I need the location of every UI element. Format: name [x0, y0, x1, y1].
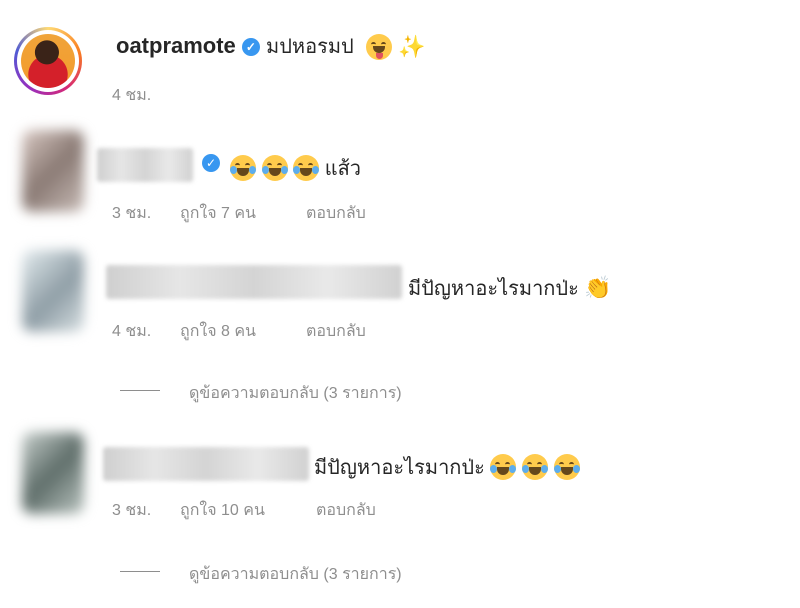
comment-text: มีปัญหาอะไรมากป่ะ	[314, 457, 485, 479]
caption-text: มปหอรมป	[266, 36, 354, 58]
caption-row: oatpramote ✓ มปหอรมป ✨ 4 ชม.	[0, 0, 800, 120]
tears-of-joy-emoji-icon	[553, 454, 580, 480]
verified-badge-icon: ✓	[241, 38, 260, 57]
tears-of-joy-emoji-icon	[521, 454, 548, 480]
view-replies-button[interactable]: ดูข้อความตอบกลับ (3 รายการ)	[189, 381, 402, 406]
tears-of-joy-emoji-icon	[261, 155, 288, 181]
reply-button[interactable]: ตอบกลับ	[316, 498, 376, 523]
view-replies-line	[120, 571, 160, 572]
view-replies-button[interactable]: ดูข้อความตอบกลับ (3 รายการ)	[189, 562, 402, 587]
username-blurred[interactable]	[103, 447, 309, 481]
avatar[interactable]	[22, 250, 84, 332]
comment-text: มีปัญหาอะไรมากป่ะ	[408, 278, 579, 300]
comment-time[interactable]: 3 ชม.	[112, 498, 151, 523]
owner-avatar-ring[interactable]	[14, 27, 82, 95]
avatar[interactable]	[22, 432, 84, 514]
reply-button[interactable]: ตอบกลับ	[306, 201, 366, 226]
sparkles-emoji-icon: ✨	[398, 34, 426, 60]
tears-of-joy-emoji-icon	[490, 454, 517, 480]
view-replies-line	[120, 390, 160, 391]
verified-badge-icon: ✓	[202, 154, 220, 172]
owner-avatar	[21, 34, 75, 88]
tears-of-joy-emoji-icon	[293, 155, 320, 181]
username-blurred[interactable]	[106, 265, 402, 299]
comment-time[interactable]: 4 ชม.	[112, 319, 151, 344]
caption-time[interactable]: 4 ชม.	[112, 83, 151, 108]
likes-count[interactable]: ถูกใจ 10 คน	[180, 498, 265, 523]
owner-username[interactable]: oatpramote	[116, 33, 236, 58]
tears-of-joy-emoji-icon	[230, 155, 256, 181]
likes-count[interactable]: ถูกใจ 7 คน	[180, 201, 256, 226]
clapping-hands-emoji-icon: 👏	[584, 275, 612, 300]
comment-text: แส้ว	[324, 158, 362, 180]
username-blurred[interactable]	[97, 148, 193, 182]
avatar[interactable]	[22, 130, 84, 212]
likes-count[interactable]: ถูกใจ 8 คน	[180, 319, 256, 344]
squinting-tongue-emoji-icon	[365, 34, 392, 61]
comment-time[interactable]: 3 ชม.	[112, 201, 151, 226]
reply-button[interactable]: ตอบกลับ	[306, 319, 366, 344]
